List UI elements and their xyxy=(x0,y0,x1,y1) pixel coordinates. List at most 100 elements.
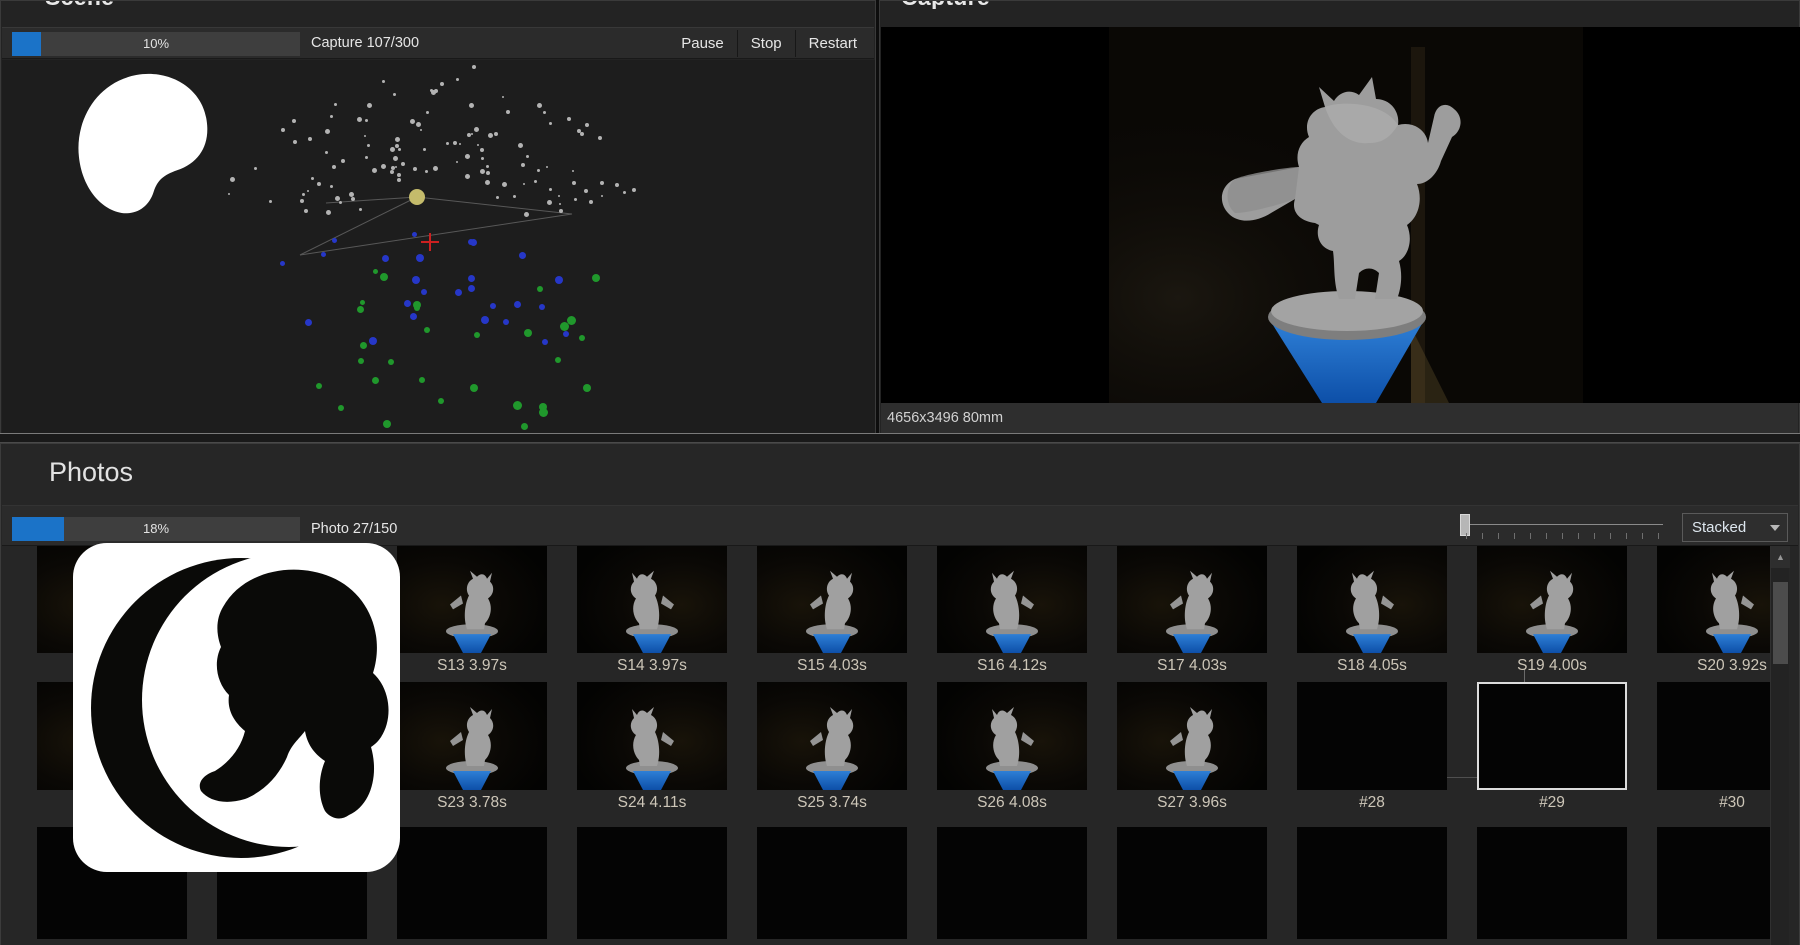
photo-thumbnail xyxy=(937,546,1087,653)
slider-tick xyxy=(1498,533,1499,539)
photo-label: S27 3.96s xyxy=(1117,790,1267,818)
photo-tile[interactable] xyxy=(937,546,1087,653)
photo-label: S18 4.05s xyxy=(1297,653,1447,681)
photo-label: S19 4.00s xyxy=(1477,653,1627,681)
photo-tile[interactable] xyxy=(1477,827,1627,939)
photo-thumbnail xyxy=(397,546,547,653)
photo-label: #31 xyxy=(37,939,187,945)
photo-label: #32 xyxy=(217,939,367,945)
pause-button[interactable]: Pause xyxy=(668,28,737,59)
slider-tick xyxy=(1466,533,1467,539)
photo-tile[interactable] xyxy=(577,546,727,653)
photo-label: S20 3.92s xyxy=(1657,653,1771,681)
captured-photo xyxy=(1089,27,1583,403)
photo-tile[interactable] xyxy=(937,827,1087,939)
current-camera-point xyxy=(409,189,425,205)
photo-tile[interactable] xyxy=(1657,827,1771,939)
origin-cross-icon xyxy=(421,233,439,251)
photo-tile[interactable] xyxy=(1477,546,1627,653)
photo-tile[interactable] xyxy=(397,546,547,653)
photo-thumbnail xyxy=(397,682,547,790)
photo-tile[interactable] xyxy=(577,682,727,790)
capture-resolution-label: 4656x3496 80mm xyxy=(887,403,1003,434)
slider-tick xyxy=(1546,533,1547,539)
stop-button[interactable]: Stop xyxy=(738,28,795,59)
view-mode-dropdown[interactable]: Stacked xyxy=(1682,513,1788,542)
capture-progress-bar: 10% xyxy=(12,32,300,56)
photo-label: #28 xyxy=(1297,790,1447,818)
photo-label: #33 xyxy=(397,939,547,945)
photo-label: S16 4.12s xyxy=(937,653,1087,681)
photo-label: S15 4.03s xyxy=(757,653,907,681)
photo-tile[interactable] xyxy=(1117,546,1267,653)
slider-tick xyxy=(1562,533,1563,539)
watermark-logo xyxy=(73,543,400,872)
scrollbar-thumb[interactable] xyxy=(1773,582,1788,664)
slider-tick xyxy=(1642,533,1643,539)
vertical-splitter[interactable] xyxy=(876,0,879,434)
photo-label: S25 3.74s xyxy=(757,790,907,818)
capture-live-view xyxy=(881,27,1800,403)
photo-label: S13 3.97s xyxy=(397,653,547,681)
photo-label: S14 3.97s xyxy=(577,653,727,681)
photo-thumbnail xyxy=(1477,546,1627,653)
photo-tile[interactable] xyxy=(1297,827,1447,939)
photo-label: #37 xyxy=(1117,939,1267,945)
photo-tile[interactable] xyxy=(577,827,727,939)
photo-label: S23 3.78s xyxy=(397,790,547,818)
scene-panel-title: Scene xyxy=(45,1,245,9)
slider-handle[interactable] xyxy=(1460,514,1470,536)
photo-thumbnail xyxy=(577,546,727,653)
photo-progress-label: 18% xyxy=(12,517,300,541)
slider-tick xyxy=(1594,533,1595,539)
photo-label: #35 xyxy=(757,939,907,945)
photo-tile[interactable] xyxy=(937,682,1087,790)
photo-tile-selected[interactable] xyxy=(1477,682,1627,790)
photo-tile[interactable] xyxy=(1657,546,1771,653)
photo-thumbnail xyxy=(1297,546,1447,653)
slider-tick xyxy=(1578,533,1579,539)
photo-label: #34 xyxy=(577,939,727,945)
horizontal-splitter[interactable] xyxy=(0,434,1800,442)
photo-counter: Photo 27/150 xyxy=(311,514,397,545)
photo-tile[interactable] xyxy=(757,682,907,790)
photo-tile[interactable] xyxy=(1657,682,1771,790)
photo-thumbnail xyxy=(1117,546,1267,653)
application-window: Scene 10% Capture 107/300 Pause Stop Res… xyxy=(0,0,1800,945)
slider-track[interactable] xyxy=(1465,524,1663,525)
photo-label: #30 xyxy=(1657,790,1771,818)
photo-label: #29 xyxy=(1477,790,1627,818)
scene-toolbar-buttons: Pause Stop Restart xyxy=(668,28,870,59)
photo-tile[interactable] xyxy=(397,682,547,790)
scroll-up-button[interactable]: ▲ xyxy=(1771,546,1790,568)
photo-label: #38 xyxy=(1297,939,1447,945)
photo-label: #39 xyxy=(1477,939,1627,945)
photo-tile[interactable] xyxy=(757,827,907,939)
photo-tile[interactable] xyxy=(757,546,907,653)
watermark-blob xyxy=(76,70,212,218)
capture-counter: Capture 107/300 xyxy=(311,28,419,59)
photo-tile[interactable] xyxy=(397,827,547,939)
restart-button[interactable]: Restart xyxy=(796,28,870,59)
photo-tile[interactable] xyxy=(1297,546,1447,653)
photo-tile[interactable] xyxy=(1117,682,1267,790)
slider-tick xyxy=(1658,533,1659,539)
photo-thumbnail xyxy=(757,682,907,790)
scene-toolbar: 10% Capture 107/300 Pause Stop Restart xyxy=(2,27,874,59)
photo-thumbnail xyxy=(937,682,1087,790)
capture-panel-title: Capture xyxy=(901,1,1141,9)
slider-tick xyxy=(1626,533,1627,539)
photo-label: S24 4.11s xyxy=(577,790,727,818)
photos-toolbar: 18% Photo 27/150 Stacked xyxy=(2,505,1798,546)
photos-scrollbar[interactable]: ▲ xyxy=(1770,546,1789,945)
thumbnail-size-slider[interactable] xyxy=(1457,512,1672,542)
photo-tile[interactable] xyxy=(1297,682,1447,790)
photo-tile[interactable] xyxy=(1117,827,1267,939)
capture-progress-label: 10% xyxy=(12,32,300,56)
slider-tick xyxy=(1514,533,1515,539)
photo-label: #36 xyxy=(937,939,1087,945)
photo-label: #40 xyxy=(1657,939,1771,945)
photo-label: S17 4.03s xyxy=(1117,653,1267,681)
photo-thumbnail xyxy=(1657,546,1771,653)
capture-panel: Capture xyxy=(879,0,1800,434)
